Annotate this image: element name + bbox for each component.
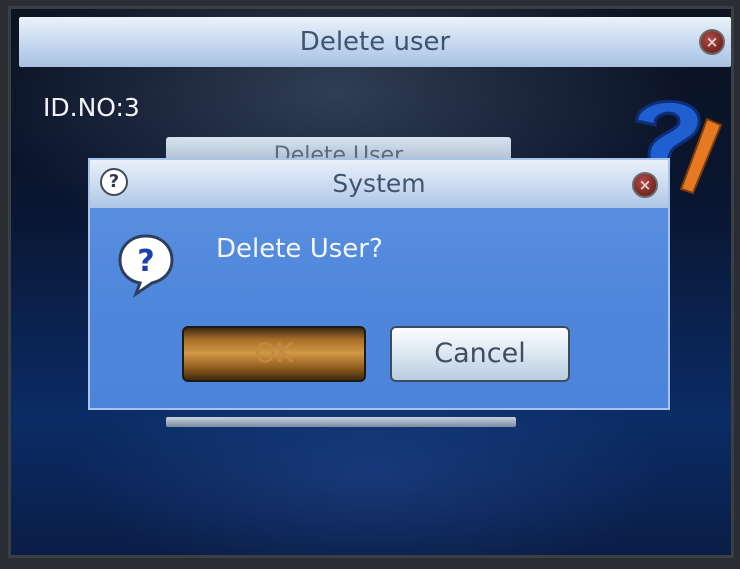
window-close-icon[interactable]: × xyxy=(699,29,725,55)
dialog-close-icon[interactable]: × xyxy=(632,172,658,198)
ok-button[interactable]: OK xyxy=(182,326,366,382)
svg-text:?: ? xyxy=(137,244,154,279)
id-number-label: ID.NO:3 xyxy=(43,93,140,122)
background-button-edge xyxy=(166,417,516,427)
window-title: Delete user xyxy=(299,27,451,57)
cancel-button[interactable]: Cancel xyxy=(390,326,570,382)
confirm-dialog: ? System × ? Delete User? OK Cancel xyxy=(88,158,670,410)
dialog-message: Delete User? xyxy=(216,234,383,264)
question-icon: ? xyxy=(118,234,174,298)
dialog-titlebar: ? System × xyxy=(90,160,668,208)
dialog-title: System xyxy=(332,169,426,198)
window-titlebar: Delete user × xyxy=(19,17,731,67)
